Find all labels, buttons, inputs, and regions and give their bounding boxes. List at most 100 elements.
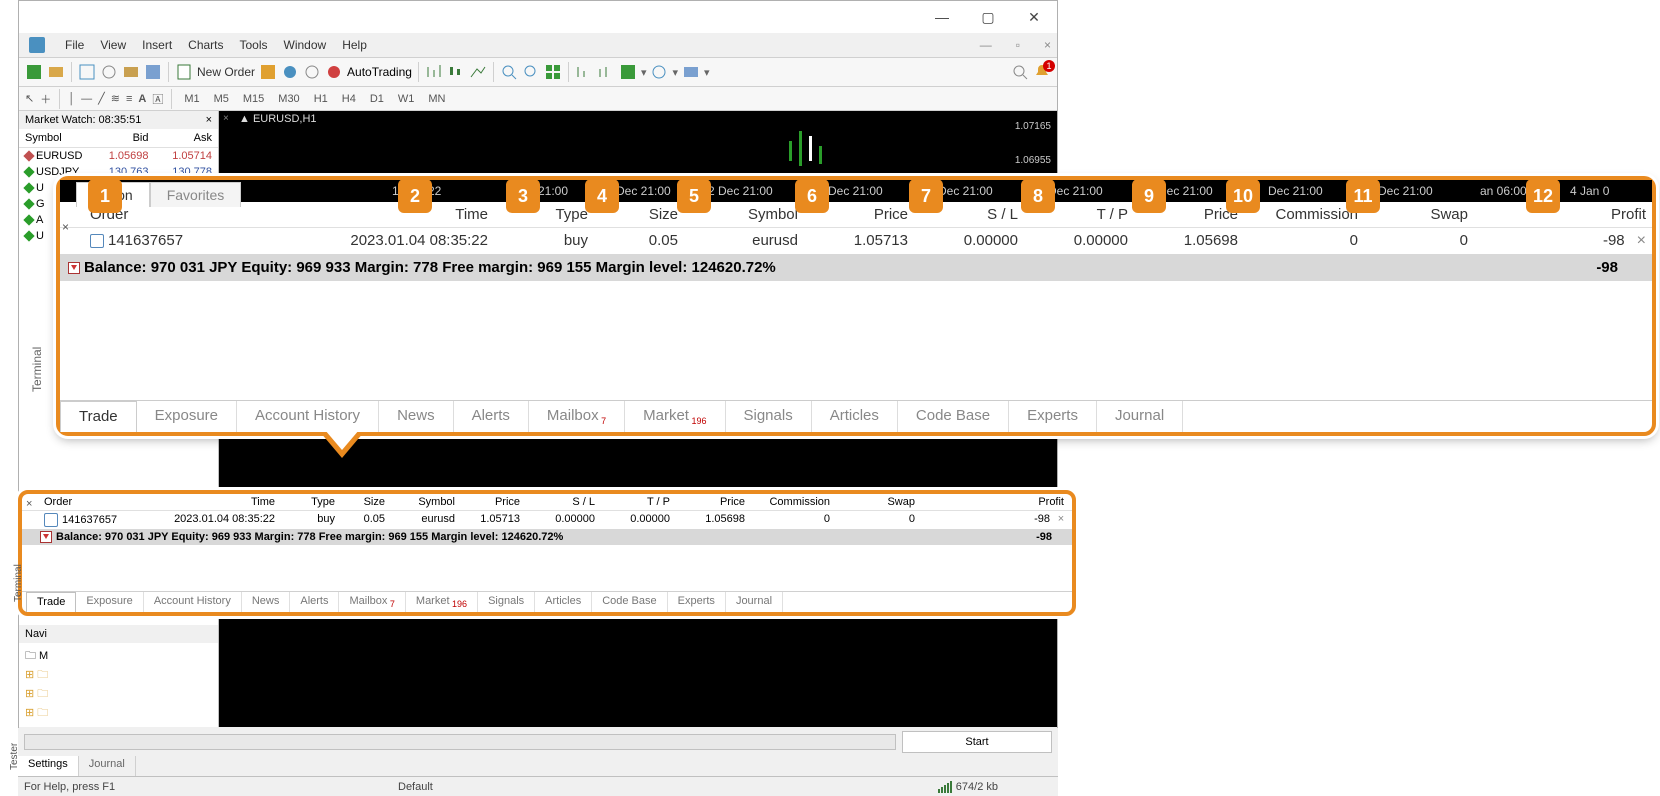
tab-market[interactable]: Market 196 bbox=[406, 592, 478, 612]
terminal-close-icon[interactable]: × bbox=[26, 498, 32, 510]
tab-journal[interactable]: Journal bbox=[726, 592, 783, 612]
col-tp[interactable]: T / P bbox=[595, 496, 670, 508]
market-watch-icon[interactable] bbox=[78, 63, 96, 81]
menu-charts[interactable]: Charts bbox=[188, 38, 223, 52]
auto-icon[interactable] bbox=[325, 63, 343, 81]
col-profit[interactable]: Profit bbox=[1468, 206, 1652, 223]
col-profit[interactable]: Profit bbox=[915, 496, 1068, 508]
search-icon[interactable] bbox=[1011, 63, 1029, 81]
tester-tab-journal[interactable]: Journal bbox=[79, 756, 136, 776]
channel-icon[interactable]: ≋ bbox=[111, 92, 120, 105]
tab-news[interactable]: News bbox=[242, 592, 291, 612]
col-symbol[interactable]: Symbol bbox=[385, 496, 455, 508]
label-icon[interactable]: 🄰 bbox=[152, 91, 163, 107]
tf-w1[interactable]: W1 bbox=[394, 92, 419, 106]
mdi-close-icon[interactable]: × bbox=[1044, 38, 1051, 52]
tab-exposure[interactable]: Exposure bbox=[137, 401, 237, 432]
callout-close-icon[interactable]: × bbox=[62, 220, 69, 234]
expert-icon[interactable] bbox=[281, 63, 299, 81]
scroll-icon[interactable] bbox=[597, 63, 615, 81]
trade-row[interactable]: 141637657 2023.01.04 08:35:22 buy 0.05 e… bbox=[22, 511, 1072, 529]
bars-icon[interactable] bbox=[425, 63, 443, 81]
zoom-out-icon[interactable] bbox=[522, 63, 540, 81]
tab-market[interactable]: Market 196 bbox=[625, 401, 725, 432]
shift-icon[interactable] bbox=[575, 63, 593, 81]
doc-icon[interactable] bbox=[175, 63, 193, 81]
tab-mailbox[interactable]: Mailbox 7 bbox=[529, 401, 625, 432]
tf-m1[interactable]: M1 bbox=[180, 92, 203, 106]
col-price[interactable]: Price bbox=[455, 496, 520, 508]
col-symbol[interactable]: Symbol bbox=[25, 132, 85, 144]
tf-h1[interactable]: H1 bbox=[310, 92, 332, 106]
terminal-icon[interactable] bbox=[122, 63, 140, 81]
mdi-max-icon[interactable]: ▫ bbox=[1016, 38, 1020, 52]
menu-tools[interactable]: Tools bbox=[240, 38, 268, 52]
vline-icon[interactable]: │ bbox=[68, 93, 75, 105]
tester-tab-settings[interactable]: Settings bbox=[18, 756, 79, 776]
crosshair-icon[interactable]: ＋ bbox=[40, 91, 51, 107]
text-icon[interactable]: A bbox=[138, 93, 146, 105]
fibo-icon[interactable]: ≡ bbox=[126, 93, 132, 105]
cursor-icon[interactable]: ↖ bbox=[25, 92, 34, 105]
tab-mailbox[interactable]: Mailbox 7 bbox=[339, 592, 405, 612]
chart-close-icon[interactable]: × bbox=[223, 113, 229, 124]
col-sl[interactable]: S / L bbox=[520, 496, 595, 508]
mdi-min-icon[interactable]: — bbox=[980, 38, 992, 52]
close-button[interactable]: ✕ bbox=[1011, 1, 1057, 33]
line-icon[interactable] bbox=[469, 63, 487, 81]
col-commission[interactable]: Commission bbox=[745, 496, 830, 508]
mw-row[interactable]: EURUSD1.056981.05714 bbox=[19, 148, 218, 164]
autotrading-button[interactable]: AutoTrading bbox=[347, 65, 412, 79]
menu-window[interactable]: Window bbox=[284, 38, 327, 52]
col-size[interactable]: Size bbox=[335, 496, 385, 508]
tf-d1[interactable]: D1 bbox=[366, 92, 388, 106]
tab-signals[interactable]: Signals bbox=[478, 592, 535, 612]
menu-insert[interactable]: Insert bbox=[142, 38, 172, 52]
tab-account-history[interactable]: Account History bbox=[237, 401, 379, 432]
col-time[interactable]: Time bbox=[268, 206, 488, 223]
profiles-icon[interactable] bbox=[47, 63, 65, 81]
tab-trade[interactable]: Trade bbox=[26, 592, 76, 612]
minimize-button[interactable]: — bbox=[919, 1, 965, 33]
col-price2[interactable]: Price bbox=[670, 496, 745, 508]
tab-favorites[interactable]: Favorites bbox=[150, 182, 242, 207]
maximize-button[interactable]: ▢ bbox=[965, 1, 1011, 33]
tab-code-base[interactable]: Code Base bbox=[898, 401, 1009, 432]
new-order-button[interactable]: New Order bbox=[197, 65, 255, 79]
alerts-bell-icon[interactable] bbox=[1033, 62, 1051, 83]
tab-trade[interactable]: Trade bbox=[60, 401, 137, 432]
close-order-button[interactable]: × bbox=[1054, 513, 1068, 527]
globe-icon[interactable] bbox=[303, 63, 321, 81]
close-order-button[interactable]: × bbox=[1631, 232, 1652, 250]
col-swap[interactable]: Swap bbox=[830, 496, 915, 508]
start-button[interactable]: Start bbox=[902, 731, 1052, 753]
tab-alerts[interactable]: Alerts bbox=[454, 401, 529, 432]
tab-news[interactable]: News bbox=[379, 401, 454, 432]
col-order[interactable]: Order bbox=[40, 496, 140, 508]
candles-icon[interactable] bbox=[447, 63, 465, 81]
periods-icon[interactable] bbox=[650, 63, 668, 81]
tf-h4[interactable]: H4 bbox=[338, 92, 360, 106]
new-chart-icon[interactable] bbox=[25, 63, 43, 81]
nav-icon[interactable] bbox=[100, 63, 118, 81]
tester-icon[interactable] bbox=[144, 63, 162, 81]
col-time[interactable]: Time bbox=[140, 496, 275, 508]
tab-alerts[interactable]: Alerts bbox=[290, 592, 339, 612]
indicators-icon[interactable] bbox=[619, 63, 637, 81]
col-ask[interactable]: Ask bbox=[149, 132, 213, 144]
tile-icon[interactable] bbox=[544, 63, 562, 81]
col-type[interactable]: Type bbox=[275, 496, 335, 508]
tf-m5[interactable]: M5 bbox=[210, 92, 233, 106]
tf-m15[interactable]: M15 bbox=[239, 92, 268, 106]
tf-mn[interactable]: MN bbox=[424, 92, 449, 106]
col-bid[interactable]: Bid bbox=[85, 132, 149, 144]
tab-experts[interactable]: Experts bbox=[668, 592, 726, 612]
hline-icon[interactable]: — bbox=[81, 93, 92, 105]
mw-close-icon[interactable]: × bbox=[206, 114, 212, 126]
tab-exposure[interactable]: Exposure bbox=[76, 592, 143, 612]
tab-experts[interactable]: Experts bbox=[1009, 401, 1097, 432]
meta-icon[interactable] bbox=[259, 63, 277, 81]
tab-articles[interactable]: Articles bbox=[535, 592, 592, 612]
trade-row-big[interactable]: 141637657 2023.01.04 08:35:22 buy 0.05 e… bbox=[60, 228, 1652, 254]
tab-code-base[interactable]: Code Base bbox=[592, 592, 667, 612]
